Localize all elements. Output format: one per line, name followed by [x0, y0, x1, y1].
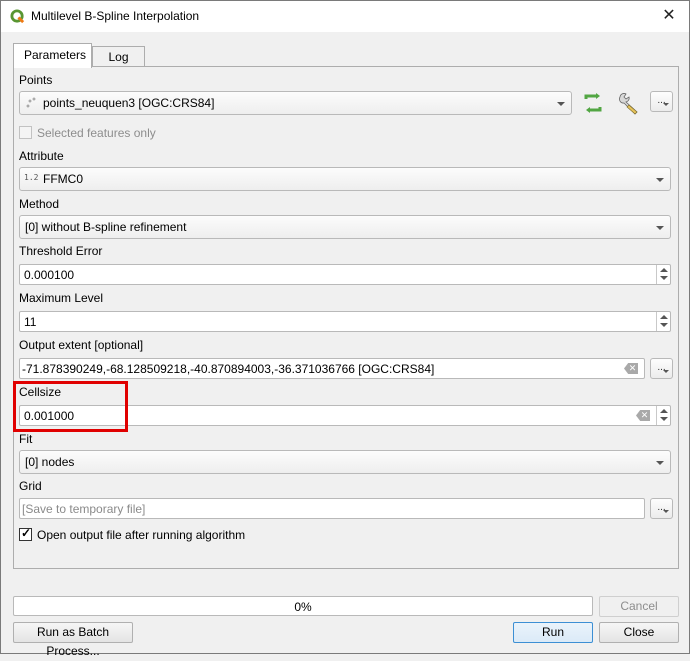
spinbox-arrows[interactable] [656, 406, 670, 425]
selected-features-checkbox[interactable] [19, 126, 32, 139]
spin-down-icon [660, 417, 668, 421]
spin-down-icon [660, 276, 668, 280]
max-level-spinbox[interactable]: 11 [19, 311, 671, 332]
dropdown-arrow-icon [663, 103, 669, 106]
max-level-label: Maximum Level [19, 291, 104, 305]
grid-placeholder: [Save to temporary file] [22, 502, 146, 516]
chevron-down-icon [656, 226, 664, 230]
parameters-panel: Points points_neuquen3 [OGC:CRS84] ... S… [13, 66, 679, 569]
wrench-icon[interactable] [617, 91, 641, 115]
progress-label: 0% [294, 600, 312, 614]
attribute-label: Attribute [19, 149, 64, 163]
spin-up-icon [660, 315, 668, 319]
chevron-down-icon [557, 102, 565, 106]
tab-log[interactable]: Log [92, 46, 145, 67]
threshold-spinbox[interactable]: 0.000100 [19, 264, 671, 285]
attribute-combobox[interactable]: 1.2 FFMC0 [19, 167, 671, 191]
close-icon[interactable]: ✕ [657, 5, 681, 27]
grid-browse-button[interactable]: ... [650, 498, 673, 519]
spinbox-arrows[interactable] [656, 265, 670, 284]
extent-browse-button[interactable]: ... [650, 358, 673, 379]
clear-icon[interactable]: ✕ [624, 363, 638, 374]
spin-down-icon [660, 323, 668, 327]
qgis-logo-icon [10, 9, 25, 24]
title-bar: Multilevel B-Spline Interpolation ✕ [1, 1, 689, 32]
point-layer-icon [26, 97, 36, 108]
open-output-label: Open output file after running algorithm [37, 528, 246, 542]
extent-label: Output extent [optional] [19, 338, 144, 352]
selected-features-label: Selected features only [37, 126, 156, 140]
extent-input[interactable]: -71.878390249,-68.128509218,-40.87089400… [19, 358, 645, 379]
dropdown-arrow-icon [663, 510, 669, 513]
fit-label: Fit [19, 432, 33, 446]
method-value: [0] without B-spline refinement [25, 220, 187, 234]
fit-combobox[interactable]: [0] nodes [19, 450, 671, 474]
max-level-value: 11 [24, 315, 37, 329]
dropdown-arrow-icon [663, 370, 669, 373]
numeric-field-icon: 1.2 [24, 173, 39, 182]
method-label: Method [19, 197, 60, 211]
threshold-value: 0.000100 [24, 268, 75, 282]
attribute-value: FFMC0 [43, 172, 83, 186]
open-output-checkbox[interactable]: ✓ [19, 526, 32, 541]
grid-label: Grid [19, 479, 42, 493]
highlight-annotation [13, 381, 128, 432]
points-combobox[interactable]: points_neuquen3 [OGC:CRS84] [19, 91, 572, 115]
spinbox-arrows[interactable] [656, 312, 670, 331]
close-button[interactable]: Close [599, 622, 679, 643]
tab-parameters[interactable]: Parameters [13, 43, 92, 68]
spin-up-icon [660, 268, 668, 272]
chevron-down-icon [656, 178, 664, 182]
window-title: Multilevel B-Spline Interpolation [31, 9, 200, 23]
fit-value: [0] nodes [25, 455, 75, 469]
threshold-label: Threshold Error [19, 244, 103, 258]
dialog-window: Multilevel B-Spline Interpolation ✕ Para… [0, 0, 690, 658]
grid-output-input[interactable]: [Save to temporary file] [19, 498, 645, 519]
run-button[interactable]: Run [513, 622, 593, 643]
cancel-button[interactable]: Cancel [599, 596, 679, 617]
extent-value: -71.878390249,-68.128509218,-40.87089400… [22, 362, 435, 376]
spin-up-icon [660, 409, 668, 413]
checkmark-icon: ✓ [21, 526, 32, 540]
chevron-down-icon [656, 461, 664, 465]
iterate-features-icon[interactable] [581, 92, 605, 114]
points-value: points_neuquen3 [OGC:CRS84] [43, 96, 215, 110]
points-browse-button[interactable]: ... [650, 91, 673, 112]
progress-bar: 0% [13, 596, 593, 616]
clear-icon[interactable]: ✕ [636, 410, 650, 421]
method-combobox[interactable]: [0] without B-spline refinement [19, 215, 671, 239]
run-batch-button[interactable]: Run as Batch Process... [13, 622, 133, 658]
points-label: Points [19, 73, 53, 87]
